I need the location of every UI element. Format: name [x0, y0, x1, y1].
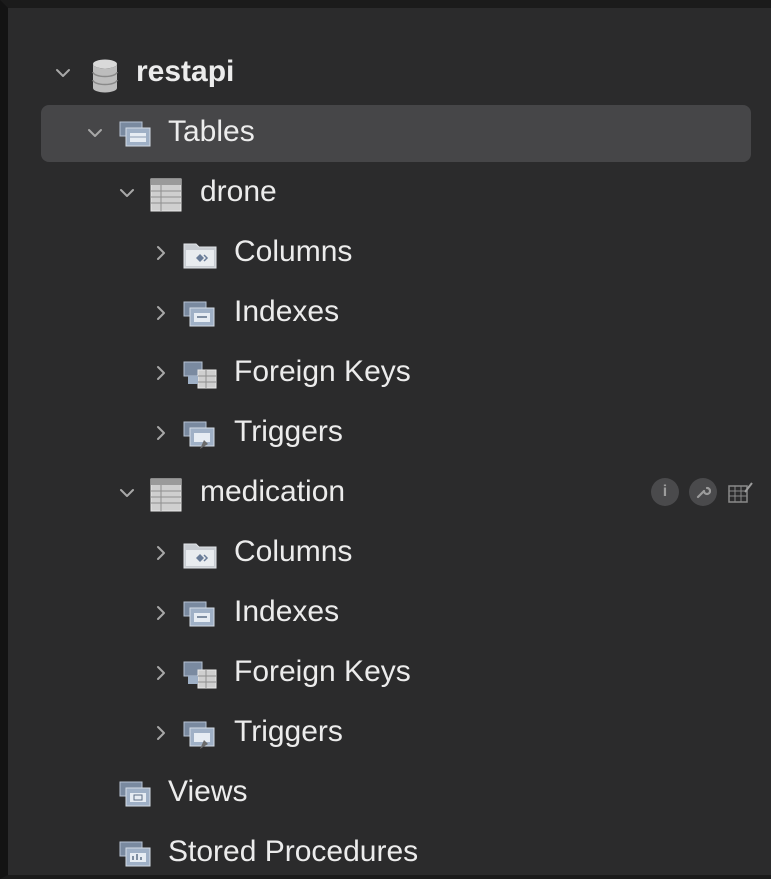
stored-procedures-folder-icon [118, 836, 154, 870]
indexes-label: Indexes [234, 295, 340, 328]
tables-group-label: Tables [168, 115, 255, 148]
chevron-right-icon[interactable] [152, 424, 170, 442]
tree-row-foreign-keys[interactable]: Foreign Keys [8, 342, 771, 402]
chevron-right-icon[interactable] [152, 724, 170, 742]
table-icon [150, 178, 186, 212]
chevron-right-icon[interactable] [152, 364, 170, 382]
tree-row-database[interactable]: restapi [8, 42, 771, 102]
schema-navigator-panel: restapi Tables drone Columns Indexes For… [0, 0, 771, 879]
indexes-folder-icon [182, 296, 218, 330]
tree-row-views[interactable]: Views [8, 762, 771, 822]
indexes-folder-icon [182, 596, 218, 630]
table-edit-icon[interactable] [727, 478, 755, 506]
tree-row-tables[interactable]: Tables [8, 102, 771, 162]
row-hover-actions: i [651, 478, 755, 506]
tree-row-indexes[interactable]: Indexes [8, 582, 771, 642]
foreign-keys-folder-icon [182, 656, 218, 690]
chevron-down-icon[interactable] [54, 64, 72, 82]
table-icon [150, 478, 186, 512]
tree-row-triggers[interactable]: Triggers [8, 702, 771, 762]
table-label: drone [200, 175, 277, 208]
foreign-keys-label: Foreign Keys [234, 355, 411, 388]
database-label: restapi [136, 55, 235, 88]
columns-label: Columns [234, 235, 353, 268]
tables-folder-icon [118, 116, 154, 150]
tree-row-table[interactable]: drone [8, 162, 771, 222]
stored-procedures-label: Stored Procedures [168, 835, 419, 868]
triggers-folder-icon [182, 416, 218, 450]
database-icon [90, 58, 126, 93]
chevron-right-icon[interactable] [152, 304, 170, 322]
triggers-folder-icon [182, 716, 218, 750]
chevron-right-icon[interactable] [152, 664, 170, 682]
chevron-right-icon[interactable] [152, 604, 170, 622]
tree-row-foreign-keys[interactable]: Foreign Keys [8, 642, 771, 702]
table-label: medication [200, 475, 346, 508]
triggers-label: Triggers [234, 415, 343, 448]
views-folder-icon [118, 776, 154, 810]
chevron-down-icon[interactable] [118, 184, 136, 202]
columns-folder-icon [182, 236, 218, 270]
tree-row-triggers[interactable]: Triggers [8, 402, 771, 462]
tree-row-indexes[interactable]: Indexes [8, 282, 771, 342]
tree-row-table[interactable]: medication i [8, 462, 771, 522]
indexes-label: Indexes [234, 595, 340, 628]
triggers-label: Triggers [234, 715, 343, 748]
foreign-keys-label: Foreign Keys [234, 655, 411, 688]
tree-row-columns[interactable]: Columns [8, 222, 771, 282]
columns-label: Columns [234, 535, 353, 568]
tree-row-stored-procedures[interactable]: Stored Procedures [8, 822, 771, 879]
chevron-down-icon[interactable] [86, 124, 104, 142]
chevron-right-icon[interactable] [152, 544, 170, 562]
chevron-right-icon[interactable] [152, 244, 170, 262]
columns-folder-icon [182, 536, 218, 570]
tree-row-columns[interactable]: Columns [8, 522, 771, 582]
views-label: Views [168, 775, 248, 808]
foreign-keys-folder-icon [182, 356, 218, 390]
info-icon[interactable]: i [651, 478, 679, 506]
wrench-icon[interactable] [689, 478, 717, 506]
chevron-down-icon[interactable] [118, 484, 136, 502]
